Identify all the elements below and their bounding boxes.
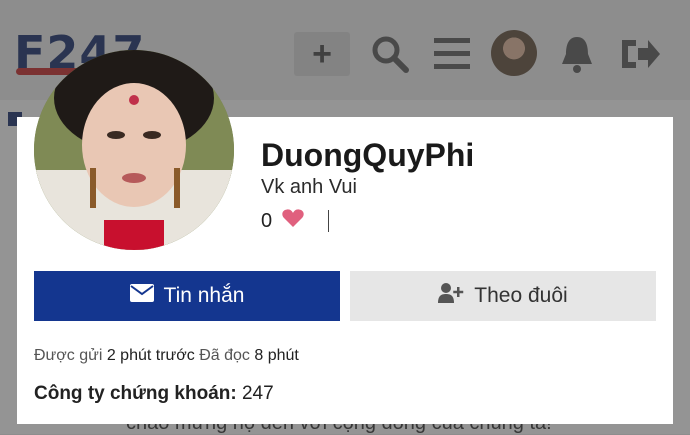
heart-icon <box>282 208 304 234</box>
envelope-icon <box>129 284 154 308</box>
message-button-label: Tin nhắn <box>163 284 245 307</box>
follow-button[interactable]: Theo đuôi <box>350 271 656 321</box>
message-button[interactable]: Tin nhắn <box>34 271 340 321</box>
custom-field-value: 247 <box>241 383 274 404</box>
custom-field: Công ty chứng khoán: 247 <box>34 383 274 405</box>
reaction-count: 0 <box>261 209 273 232</box>
divider <box>328 210 330 232</box>
add-user-icon <box>438 283 464 309</box>
read-value: 8 phút <box>254 347 299 364</box>
custom-field-label: Công ty chứng khoán: <box>34 383 237 404</box>
profile-avatar[interactable] <box>34 50 234 250</box>
reaction-score: 0 <box>261 208 330 234</box>
profile-username[interactable]: DuongQuyPhi <box>261 137 474 174</box>
read-label: Đã đọc <box>199 347 250 364</box>
posted-label: Được gửi <box>34 347 103 364</box>
follow-button-label: Theo đuôi <box>474 284 568 307</box>
posted-value: 2 phút trước <box>106 347 195 364</box>
profile-user-title: Vk anh Vui <box>261 176 357 198</box>
activity-meta: Được gửi 2 phút trước Đã đọc 8 phút <box>34 347 299 365</box>
